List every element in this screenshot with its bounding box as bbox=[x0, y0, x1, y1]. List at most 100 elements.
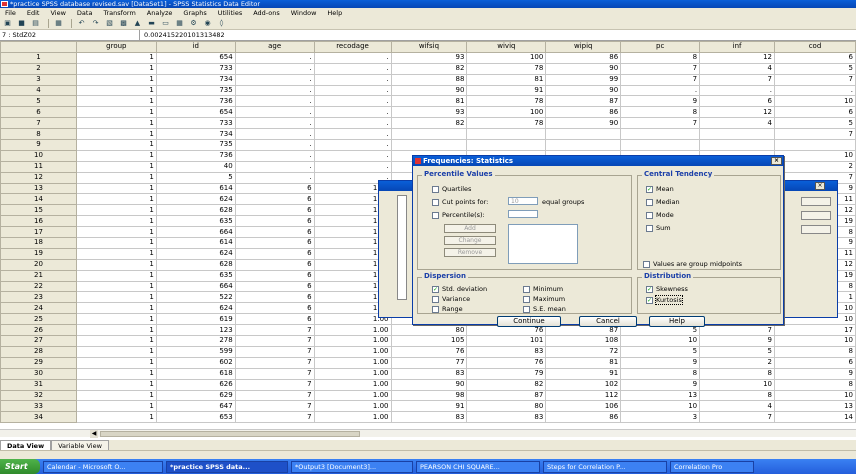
data-cell[interactable]: 1 bbox=[75, 51, 157, 64]
data-cell[interactable]: 100 bbox=[466, 106, 547, 119]
data-cell[interactable]: . bbox=[774, 84, 856, 97]
data-cell[interactable]: 3 bbox=[620, 411, 701, 424]
data-cell[interactable]: 12 bbox=[699, 106, 775, 119]
data-cell[interactable]: 10 bbox=[774, 389, 856, 402]
data-cell[interactable]: 1 bbox=[75, 182, 157, 195]
data-cell[interactable]: 1 bbox=[75, 400, 157, 413]
data-cell[interactable]: 1 bbox=[75, 313, 157, 326]
data-cell[interactable]: 614 bbox=[155, 182, 236, 195]
redo-icon[interactable]: ↷ bbox=[90, 19, 101, 28]
row-header[interactable]: 31 bbox=[0, 378, 77, 391]
data-cell[interactable]: 8 bbox=[774, 345, 856, 358]
data-cell[interactable]: . bbox=[313, 139, 392, 151]
data-cell[interactable]: 102 bbox=[545, 378, 622, 391]
data-cell[interactable]: . bbox=[313, 73, 392, 86]
data-cell[interactable]: 6 bbox=[234, 302, 315, 315]
row-header[interactable]: 9 bbox=[0, 139, 77, 151]
variance-option[interactable]: Variance bbox=[432, 295, 470, 303]
remove-button[interactable]: Remove bbox=[444, 248, 496, 257]
data-cell[interactable]: 17 bbox=[774, 324, 856, 337]
data-cell[interactable]: 1 bbox=[75, 356, 157, 369]
data-cell[interactable]: 1 bbox=[75, 247, 157, 260]
data-cell[interactable]: 7 bbox=[699, 411, 775, 424]
data-cell[interactable]: . bbox=[313, 128, 392, 141]
undo-icon[interactable]: ↶ bbox=[76, 19, 87, 28]
data-cell[interactable]: 40 bbox=[155, 160, 236, 173]
row-header[interactable]: 3 bbox=[0, 73, 77, 86]
column-header-wipiq[interactable]: wipiq bbox=[545, 41, 622, 53]
goto-case-icon[interactable]: ▧ bbox=[104, 19, 115, 28]
help-button[interactable]: Help bbox=[649, 316, 705, 327]
data-cell[interactable]: 90 bbox=[545, 84, 622, 97]
use-sets-icon[interactable]: ◊ bbox=[216, 19, 227, 28]
data-cell[interactable]: 7 bbox=[774, 128, 856, 141]
data-cell[interactable]: 1 bbox=[75, 204, 157, 217]
data-cell[interactable]: 10 bbox=[774, 335, 856, 347]
data-cell[interactable]: . bbox=[313, 117, 392, 130]
data-cell[interactable]: . bbox=[234, 106, 315, 119]
row-header[interactable]: 17 bbox=[0, 226, 77, 239]
data-cell[interactable]: 101 bbox=[466, 335, 547, 347]
data-cell[interactable]: 6 bbox=[234, 258, 315, 271]
start-button[interactable]: Start bbox=[0, 459, 40, 474]
row-header[interactable]: 13 bbox=[0, 182, 77, 195]
group-midpoints-option[interactable]: Values are group midpoints bbox=[643, 260, 742, 268]
data-cell[interactable]: 1 bbox=[75, 291, 157, 304]
cell-value-input[interactable]: 0.002415220101313482 bbox=[144, 30, 225, 40]
data-cell[interactable]: 1.00 bbox=[313, 345, 392, 358]
data-cell[interactable]: 9 bbox=[620, 356, 701, 369]
insert-cases-icon[interactable]: ▬ bbox=[146, 19, 157, 28]
row-header[interactable]: 8 bbox=[0, 128, 77, 141]
data-cell[interactable]: 90 bbox=[545, 117, 622, 130]
tab-variable-view[interactable]: Variable View bbox=[51, 440, 109, 450]
menu-item-window[interactable]: Window bbox=[286, 9, 323, 17]
row-header[interactable]: 12 bbox=[0, 171, 77, 184]
data-cell[interactable]: 105 bbox=[390, 335, 468, 347]
row-header[interactable]: 7 bbox=[0, 117, 77, 130]
insert-variable-icon[interactable]: ▭ bbox=[160, 19, 171, 28]
column-header-recodage[interactable]: recodage bbox=[313, 41, 392, 53]
tab-data-view[interactable]: Data View bbox=[0, 440, 52, 450]
menu-item-help[interactable]: Help bbox=[322, 9, 348, 17]
taskbar-item-output[interactable]: *Output3 [Document3]... bbox=[291, 460, 413, 473]
data-cell[interactable]: 8 bbox=[620, 51, 701, 64]
data-cell[interactable]: 1.00 bbox=[313, 335, 392, 347]
row-header[interactable]: 11 bbox=[0, 160, 77, 173]
menu-item-data[interactable]: Data bbox=[72, 9, 99, 17]
data-cell[interactable]: 87 bbox=[466, 389, 547, 402]
data-cell[interactable]: 1 bbox=[75, 117, 157, 130]
data-cell[interactable]: 7 bbox=[234, 335, 315, 347]
row-header[interactable]: 27 bbox=[0, 335, 77, 347]
percentiles-input[interactable] bbox=[508, 210, 538, 218]
data-cell[interactable]: 13 bbox=[620, 389, 701, 402]
data-cell[interactable]: 1 bbox=[75, 367, 157, 380]
row-header[interactable]: 34 bbox=[0, 411, 77, 424]
data-cell[interactable]: 7 bbox=[234, 345, 315, 358]
range-option[interactable]: Range bbox=[432, 305, 463, 313]
percentiles-listbox[interactable] bbox=[508, 224, 578, 264]
data-cell[interactable]: 10 bbox=[620, 335, 701, 347]
frequencies-statistics-button[interactable] bbox=[801, 197, 831, 206]
range-checkbox[interactable] bbox=[432, 305, 439, 313]
mean-checkbox[interactable]: ✓ bbox=[646, 185, 653, 193]
data-cell[interactable]: 10 bbox=[774, 149, 856, 162]
data-cell[interactable]: 6 bbox=[234, 193, 315, 206]
minimum-checkbox[interactable] bbox=[523, 285, 530, 293]
variance-checkbox[interactable] bbox=[432, 295, 439, 303]
data-cell[interactable]: 99 bbox=[545, 73, 622, 86]
data-cell[interactable]: 7 bbox=[234, 367, 315, 380]
frequencies-charts-button[interactable] bbox=[801, 211, 831, 220]
cut-points-checkbox[interactable] bbox=[432, 198, 439, 206]
row-header[interactable]: 25 bbox=[0, 313, 77, 326]
data-cell[interactable]: 8 bbox=[699, 367, 775, 380]
data-cell[interactable]: 7 bbox=[234, 389, 315, 402]
quartiles-option[interactable]: Quartiles bbox=[432, 185, 471, 193]
save-icon[interactable]: ■ bbox=[16, 19, 27, 28]
data-cell[interactable]: 628 bbox=[155, 258, 236, 271]
data-cell[interactable]: 628 bbox=[155, 204, 236, 217]
data-cell[interactable]: . bbox=[234, 139, 315, 151]
taskbar-item-calendar[interactable]: Calendar - Microsoft O... bbox=[43, 460, 163, 473]
frequencies-close-icon[interactable]: × bbox=[815, 182, 825, 190]
mode-option[interactable]: Mode bbox=[646, 211, 674, 219]
data-cell[interactable]: 1 bbox=[75, 280, 157, 293]
